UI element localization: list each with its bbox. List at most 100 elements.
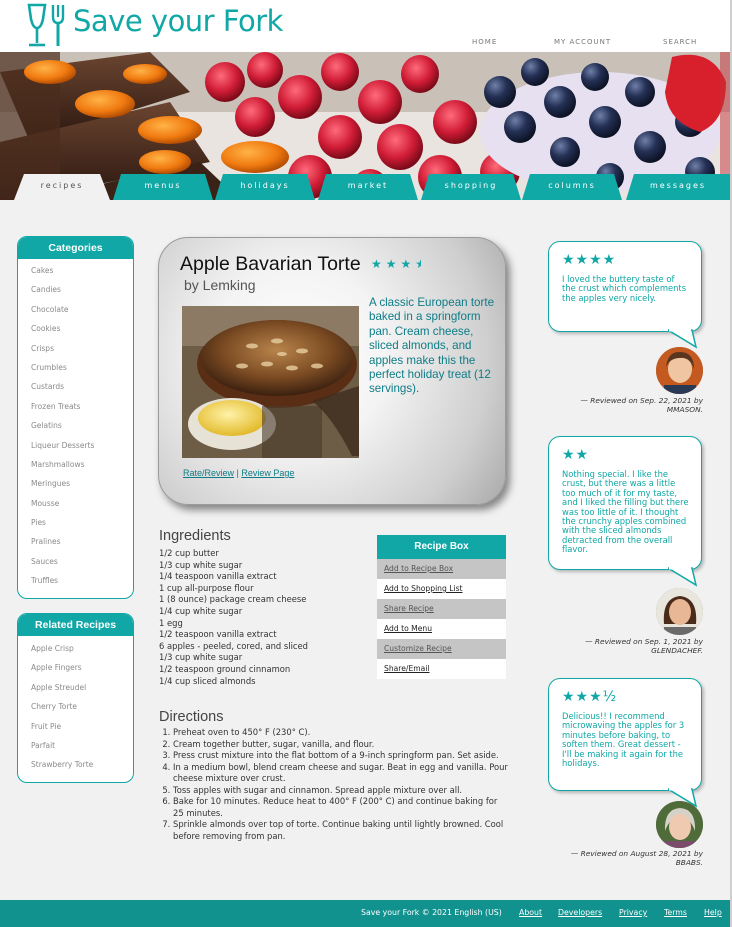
- reviewer-avatar[interactable]: [656, 347, 703, 394]
- tab-holidays[interactable]: holidays: [215, 174, 315, 200]
- footer-about-link[interactable]: About: [519, 908, 542, 917]
- footer: Save your Fork © 2021 English (US) About…: [0, 900, 730, 927]
- category-link[interactable]: Sauces: [31, 552, 133, 571]
- category-link[interactable]: Meringues: [31, 474, 133, 493]
- tab-recipes[interactable]: recipes: [14, 174, 110, 200]
- category-link[interactable]: Marshmallows: [31, 455, 133, 474]
- customize-recipe-link[interactable]: Customize Recipe: [377, 639, 506, 659]
- review-text: I loved the buttery taste of the crust w…: [562, 274, 687, 303]
- tab-label: recipes: [40, 181, 84, 190]
- fork-glass-logo-icon[interactable]: [27, 3, 69, 48]
- review-meta: — Reviewed on Sep. 22, 2021 by MMASON.: [580, 396, 703, 415]
- tab-label: menus: [144, 181, 182, 190]
- review-bubble: ★★★½ Delicious!! I recommend microwaving…: [548, 678, 702, 791]
- category-link[interactable]: Gelatins: [31, 416, 133, 435]
- add-to-recipe-box-link[interactable]: Add to Recipe Box: [377, 559, 506, 579]
- related-recipe-link[interactable]: Apple Crisp: [31, 639, 133, 658]
- review-stars-icon: ★★: [562, 447, 590, 463]
- recipe-photo: [182, 306, 359, 458]
- categories-box: Categories Cakes Candies Chocolate Cooki…: [17, 236, 134, 599]
- recipe-card: Apple Bavarian Torte ★★★★ by Lemking: [158, 237, 506, 505]
- ingredients-heading: Ingredients: [159, 528, 231, 544]
- ingredient-item: 1 cup all-purpose flour: [159, 582, 254, 593]
- reviewer-avatar[interactable]: [656, 801, 703, 848]
- category-link[interactable]: Mousse: [31, 494, 133, 513]
- share-email-link[interactable]: Share/Email: [377, 659, 506, 679]
- related-recipe-link[interactable]: Apple Fingers: [31, 658, 133, 677]
- direction-step: In a medium bowl, blend cream cheese and…: [173, 762, 509, 785]
- direction-step: Preheat oven to 450° F (230° C).: [173, 727, 509, 739]
- related-recipe-link[interactable]: Fruit Pie: [31, 717, 133, 736]
- related-recipes-heading: Related Recipes: [18, 614, 133, 636]
- ingredient-item: 1/4 cup white sugar: [159, 605, 243, 616]
- category-link[interactable]: Chocolate: [31, 300, 133, 319]
- nav-search-link[interactable]: SEARCH: [663, 38, 697, 46]
- tab-columns[interactable]: columns: [522, 174, 622, 200]
- categories-list: Cakes Candies Chocolate Cookies Crisps C…: [18, 259, 133, 591]
- footer-developers-link[interactable]: Developers: [558, 908, 602, 917]
- category-link[interactable]: Crisps: [31, 339, 133, 358]
- speech-tail-icon: [668, 567, 698, 587]
- related-recipe-link[interactable]: Apple Streudel: [31, 678, 133, 697]
- brand-name[interactable]: Save your Fork: [73, 4, 283, 38]
- footer-terms-link[interactable]: Terms: [664, 908, 687, 917]
- direction-step: Cream together butter, sugar, vanilla, a…: [173, 739, 509, 751]
- tab-menus[interactable]: menus: [113, 174, 213, 200]
- reviewer-avatar[interactable]: [656, 588, 703, 635]
- category-link[interactable]: Frozen Treats: [31, 397, 133, 416]
- directions-list: Preheat oven to 450° F (230° C). Cream t…: [159, 727, 509, 842]
- direction-step: Press crust mixture into the flat bottom…: [173, 750, 509, 762]
- review-stars-icon: ★★★½: [562, 689, 618, 705]
- review-meta: — Reviewed on Sep. 1, 2021 by GLENDACHEF…: [585, 637, 703, 656]
- category-link[interactable]: Cookies: [31, 319, 133, 338]
- category-link[interactable]: Pralines: [31, 532, 133, 551]
- tab-label: shopping: [444, 181, 498, 190]
- tab-label: holidays: [240, 181, 290, 190]
- recipe-rating-stars-icon: ★★★★: [371, 257, 421, 271]
- recipe-description: A classic European torte baked in a spri…: [369, 296, 495, 396]
- category-link[interactable]: Candies: [31, 280, 133, 299]
- category-link[interactable]: Crumbles: [31, 358, 133, 377]
- review-stars-icon: ★★★★: [562, 252, 617, 268]
- share-recipe-link[interactable]: Share Recipe: [377, 599, 506, 619]
- category-link[interactable]: Cakes: [31, 261, 133, 280]
- related-recipe-link[interactable]: Cherry Torte: [31, 697, 133, 716]
- tab-messages[interactable]: messages: [626, 174, 730, 200]
- category-link[interactable]: Liqueur Desserts: [31, 436, 133, 455]
- nav-my-account-link[interactable]: MY ACCOUNT: [554, 38, 611, 46]
- ingredient-item: 1 egg: [159, 617, 183, 628]
- ingredient-item: 1/2 cup butter: [159, 548, 219, 558]
- category-link[interactable]: Truffles: [31, 571, 133, 590]
- nav-home-link[interactable]: HOME: [472, 38, 497, 46]
- category-link[interactable]: Custards: [31, 377, 133, 396]
- recipe-title: Apple Bavarian Torte: [180, 253, 361, 275]
- header: Save your Fork HOME MY ACCOUNT SEARCH: [0, 0, 730, 52]
- related-recipe-link[interactable]: Parfait: [31, 736, 133, 755]
- directions-heading: Directions: [159, 709, 224, 725]
- related-recipes-list: Apple Crisp Apple Fingers Apple Streudel…: [18, 636, 133, 775]
- ingredient-item: 1/2 teaspoon ground cinnamon: [159, 663, 291, 674]
- category-tabs: recipes menus holidays market shopping c…: [0, 174, 730, 200]
- review-meta: — Reviewed on August 28, 2021 by BBABS.: [570, 849, 703, 868]
- review-page-link[interactable]: Review Page: [241, 468, 294, 478]
- ingredient-item: 1 (8 ounce) package cream cheese: [159, 594, 307, 605]
- review-text: Nothing special. I like the crust, but t…: [562, 469, 689, 555]
- recipe-card-links: Rate/Review | Review Page: [183, 468, 294, 478]
- page: { "brand": {"name": "Save your Fork"}, "…: [0, 0, 732, 927]
- add-to-menu-link[interactable]: Add to Menu: [377, 619, 506, 639]
- add-to-shopping-list-link[interactable]: Add to Shopping List: [377, 579, 506, 599]
- related-recipe-link[interactable]: Strawberry Torte: [31, 755, 133, 774]
- tab-shopping[interactable]: shopping: [421, 174, 521, 200]
- recipe-box: Recipe Box Add to Recipe Box Add to Shop…: [377, 535, 506, 679]
- categories-heading: Categories: [18, 237, 133, 259]
- footer-copyright: Save your Fork © 2021 English (US): [361, 908, 502, 917]
- footer-help-link[interactable]: Help: [704, 908, 722, 917]
- tab-market[interactable]: market: [318, 174, 418, 200]
- footer-privacy-link[interactable]: Privacy: [619, 908, 647, 917]
- direction-step: Bake for 10 minutes. Reduce heat to 400°…: [173, 796, 509, 819]
- recipe-author: by Lemking: [184, 277, 256, 293]
- rate-review-link[interactable]: Rate/Review: [183, 468, 234, 478]
- related-recipes-box: Related Recipes Apple Crisp Apple Finger…: [17, 613, 134, 783]
- category-link[interactable]: Pies: [31, 513, 133, 532]
- ingredient-item: 6 apples - peeled, cored, and sliced: [159, 640, 308, 651]
